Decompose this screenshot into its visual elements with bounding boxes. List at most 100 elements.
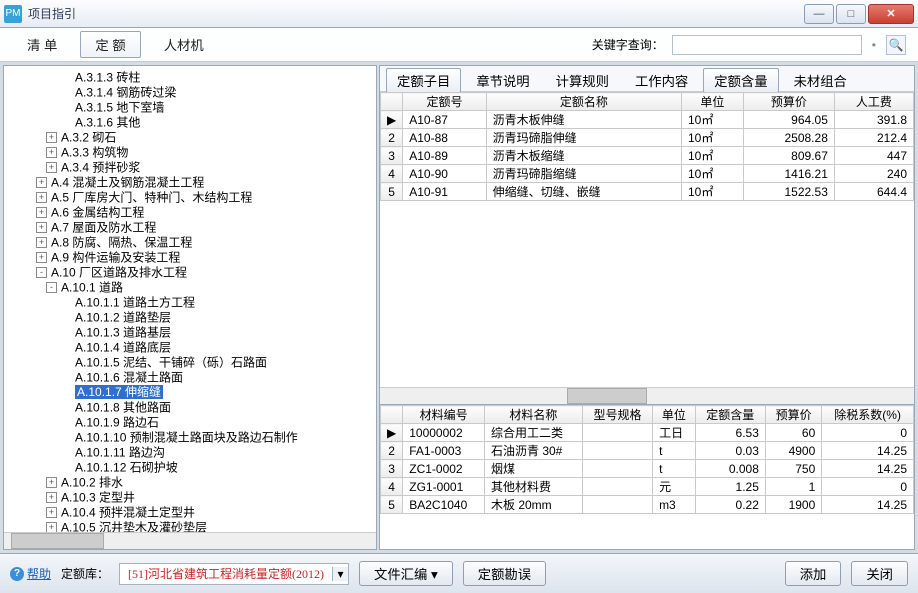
expand-icon[interactable]: +	[36, 222, 47, 233]
tree-node[interactable]: +A.5 厂库房大门、特种门、木结构工程	[6, 190, 374, 205]
tree-node[interactable]: A.10.1.3 道路基层	[6, 325, 374, 340]
tree-node[interactable]: A.10.1.11 路边沟	[6, 445, 374, 460]
tree-node[interactable]: A.10.1.10 预制混凝土路面块及路边石制作	[6, 430, 374, 445]
tree-label: A.10.1.5 泥结、干铺碎（砾）石路面	[75, 355, 267, 369]
table-row[interactable]: 4ZG1-0001其他材料费元1.2510	[381, 478, 914, 496]
expand-icon[interactable]: +	[46, 507, 57, 518]
table-row[interactable]: 3A10-89沥青木板缩缝10㎡809.67447	[381, 147, 914, 165]
table-row[interactable]: ▶A10-87沥青木板伸缝10㎡964.05391.8	[381, 111, 914, 129]
tree-node[interactable]: +A.8 防腐、隔热、保温工程	[6, 235, 374, 250]
table-row[interactable]: 4A10-90沥青玛碲脂缩缝10㎡1416.21240	[381, 165, 914, 183]
cell-qty: 0.03	[695, 442, 765, 460]
tree-node[interactable]: +A.10.3 定型井	[6, 490, 374, 505]
quota-grid-hscrollbar[interactable]	[380, 387, 914, 404]
tree-node[interactable]: +A.10.5 沉井垫木及灌砂垫层	[6, 520, 374, 532]
rtab-jisuan[interactable]: 计算规则	[545, 68, 620, 93]
expand-icon[interactable]: +	[46, 147, 57, 158]
rtab-weicai[interactable]: 未材组合	[783, 68, 858, 93]
tree-node[interactable]: A.3.1.6 其他	[6, 115, 374, 130]
rtab-dingehanliang[interactable]: 定额含量	[703, 68, 778, 93]
tree-node[interactable]: A.10.1.9 路边石	[6, 415, 374, 430]
rtab-gongzuo[interactable]: 工作内容	[624, 68, 699, 93]
tab-qingdan[interactable]: 清 单	[12, 31, 72, 58]
grid2-col[interactable]: 定额含量	[695, 406, 765, 424]
grid1-col[interactable]: 人工费	[834, 93, 913, 111]
table-row[interactable]: 2FA1-0003石油沥青 30#t0.03490014.25	[381, 442, 914, 460]
tree-node[interactable]: A.10.1.2 道路垫层	[6, 310, 374, 325]
grid2-col[interactable]: 预算价	[765, 406, 821, 424]
grid2-col[interactable]: 材料名称	[485, 406, 583, 424]
expand-icon[interactable]: +	[46, 132, 57, 143]
tree-node[interactable]: +A.3.3 构筑物	[6, 145, 374, 160]
tree-node[interactable]: A.10.1.1 道路土方工程	[6, 295, 374, 310]
grid1-col[interactable]: 定额名称	[486, 93, 681, 111]
tree-node[interactable]: +A.10.4 预拌混凝土定型井	[6, 505, 374, 520]
tree-node[interactable]: A.10.1.4 道路底层	[6, 340, 374, 355]
tab-rencaiji[interactable]: 人材机	[149, 31, 219, 58]
tree-node[interactable]: +A.6 金属结构工程	[6, 205, 374, 220]
table-row[interactable]: 2A10-88沥青玛碲脂伸缝10㎡2508.28212.4	[381, 129, 914, 147]
tree-hscrollbar[interactable]	[4, 532, 376, 549]
maximize-button[interactable]: □	[836, 4, 866, 24]
expand-icon[interactable]: +	[36, 177, 47, 188]
file-compile-button[interactable]: 文件汇编 ▾	[359, 561, 453, 586]
table-row[interactable]: 3ZC1-0002烟煤t0.00875014.25	[381, 460, 914, 478]
chevron-down-icon[interactable]: ▾	[332, 567, 348, 581]
cell-labor: 240	[834, 165, 913, 183]
expand-icon[interactable]: +	[36, 252, 47, 263]
search-input[interactable]	[672, 35, 862, 55]
material-grid[interactable]: 材料编号材料名称型号规格单位定额含量预算价除税系数(%)▶10000002综合用…	[380, 405, 914, 514]
rtab-dingezimu[interactable]: 定额子目	[386, 68, 461, 93]
close-button[interactable]: ✕	[868, 4, 914, 24]
tree-node[interactable]: A.10.1.6 混凝土路面	[6, 370, 374, 385]
table-row[interactable]: ▶10000002综合用工二类工日6.53600	[381, 424, 914, 442]
rtab-zhangjie[interactable]: 章节说明	[465, 68, 540, 93]
db-combo[interactable]: [51]河北省建筑工程消耗量定额(2012) ▾	[119, 563, 349, 585]
cell-unit: 10㎡	[681, 183, 743, 201]
expand-icon[interactable]: +	[46, 492, 57, 503]
tree-node[interactable]: +A.10.2 排水	[6, 475, 374, 490]
tree-node[interactable]: +A.9 构件运输及安装工程	[6, 250, 374, 265]
cell-qty: 6.53	[695, 424, 765, 442]
add-button[interactable]: 添加	[785, 561, 842, 586]
expand-icon[interactable]: +	[46, 162, 57, 173]
help-link[interactable]: ?帮助	[10, 565, 51, 582]
tab-dinge[interactable]: 定 额	[80, 31, 140, 58]
tree-node[interactable]: +A.4 混凝土及钢筋混凝土工程	[6, 175, 374, 190]
quota-grid[interactable]: 定额号定额名称单位预算价人工费▶A10-87沥青木板伸缝10㎡964.05391…	[380, 92, 914, 201]
grid2-col[interactable]: 材料编号	[403, 406, 485, 424]
tree-node[interactable]: A.10.1.5 泥结、干铺碎（砾）石路面	[6, 355, 374, 370]
table-row[interactable]: 5A10-91伸缩缝、切缝、嵌缝10㎡1522.53644.4	[381, 183, 914, 201]
category-tree[interactable]: A.3.1.3 砖柱 A.3.1.4 钢筋砖过梁 A.3.1.5 地下室墙 A.…	[4, 66, 376, 532]
grid1-col[interactable]: 预算价	[743, 93, 834, 111]
close-dialog-button[interactable]: 关闭	[851, 561, 908, 586]
tree-node[interactable]: A.10.1.7 伸缩缝	[6, 385, 374, 400]
expand-icon[interactable]: +	[36, 207, 47, 218]
tree-node[interactable]: A.3.1.4 钢筋砖过梁	[6, 85, 374, 100]
table-row[interactable]: 5BA2C1040木板 20mmm30.22190014.25	[381, 496, 914, 514]
tree-node[interactable]: A.3.1.3 砖柱	[6, 70, 374, 85]
grid2-col[interactable]: 除税系数(%)	[822, 406, 914, 424]
errata-button[interactable]: 定额勘误	[463, 561, 546, 586]
tree-node[interactable]: A.10.1.12 石砌护坡	[6, 460, 374, 475]
expand-icon[interactable]: +	[46, 522, 57, 532]
grid1-col[interactable]: 单位	[681, 93, 743, 111]
expand-icon[interactable]: +	[36, 192, 47, 203]
tree-node[interactable]: A.3.1.5 地下室墙	[6, 100, 374, 115]
grid2-col[interactable]: 单位	[653, 406, 696, 424]
grid2-col[interactable]: 型号规格	[582, 406, 652, 424]
collapse-icon[interactable]: -	[46, 282, 57, 293]
expand-icon[interactable]: +	[46, 477, 57, 488]
binoculars-icon[interactable]: 🔍	[886, 35, 906, 55]
tree-node[interactable]: A.10.1.8 其他路面	[6, 400, 374, 415]
expand-icon[interactable]: +	[36, 237, 47, 248]
cell-spec	[582, 424, 652, 442]
tree-node[interactable]: -A.10 厂区道路及排水工程	[6, 265, 374, 280]
tree-node[interactable]: +A.3.4 预拌砂浆	[6, 160, 374, 175]
minimize-button[interactable]: —	[804, 4, 834, 24]
tree-node[interactable]: -A.10.1 道路	[6, 280, 374, 295]
tree-node[interactable]: +A.7 屋面及防水工程	[6, 220, 374, 235]
collapse-icon[interactable]: -	[36, 267, 47, 278]
grid1-col[interactable]: 定额号	[403, 93, 486, 111]
tree-node[interactable]: +A.3.2 砌石	[6, 130, 374, 145]
